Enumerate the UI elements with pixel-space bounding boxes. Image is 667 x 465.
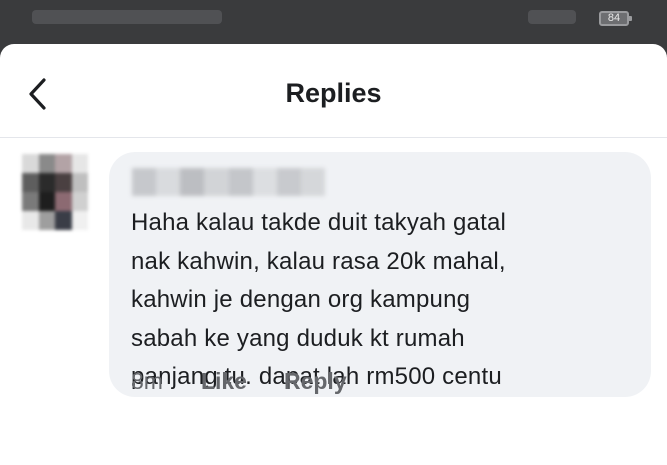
status-signal-blurred [528,10,576,24]
commenter-name-blurred[interactable] [132,168,325,196]
status-bar: 84 [0,0,667,44]
status-time-blurred [32,10,222,24]
replies-sheet: Replies Haha kalau takde duit takyah gat… [0,44,667,465]
comment-actions: 8m Like Reply [131,368,384,395]
comment-bubble: Haha kalau takde duit takyah gatal nak k… [109,152,651,397]
battery-icon: 84 [599,11,632,26]
like-button[interactable]: Like [201,368,247,395]
comment-timestamp: 8m [131,368,163,394]
reply-button[interactable]: Reply [284,368,347,395]
battery-level: 84 [607,12,621,24]
avatar[interactable] [22,154,88,230]
replies-header: Replies [0,44,667,138]
page-title: Replies [285,78,382,108]
